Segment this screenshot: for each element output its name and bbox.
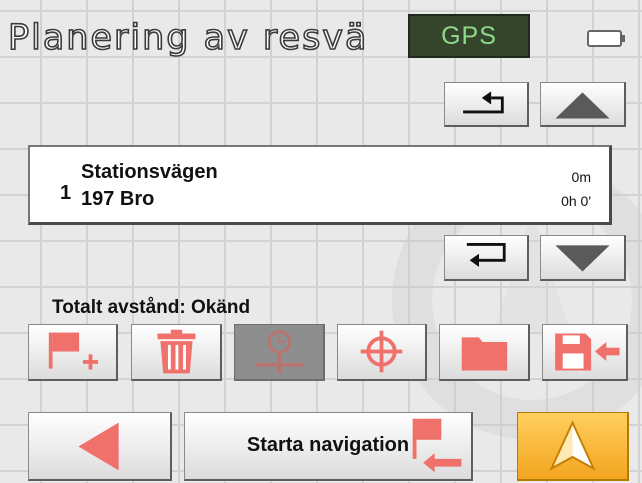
- trash-icon: [157, 329, 196, 374]
- folder-icon: [461, 337, 508, 371]
- route-item-street: Stationsvägen: [81, 161, 218, 183]
- scroll-down-button[interactable]: [540, 235, 626, 281]
- route-item-time: 0h 0': [561, 193, 591, 209]
- battery-icon: [587, 30, 625, 47]
- redo-arrow-icon: [466, 243, 506, 267]
- route-list-item[interactable]: 1 Stationsvägen 197 Bro 0m 0h 0': [28, 145, 612, 225]
- route-planning-screen: Planering av resväg GPS 1 Stationsvägen …: [0, 0, 642, 483]
- undo-button[interactable]: [444, 82, 529, 127]
- save-disk-arrow-icon: [555, 333, 620, 371]
- open-folder-button[interactable]: [439, 324, 530, 381]
- route-options-button[interactable]: [234, 324, 325, 381]
- flag-plus-icon: [48, 332, 99, 370]
- total-distance-label: Totalt avstånd: Okänd: [52, 297, 251, 318]
- ok-button[interactable]: [517, 412, 629, 481]
- redo-button[interactable]: [444, 235, 529, 281]
- route-item-distance: 0m: [571, 169, 591, 185]
- navigation-arrow-icon: [549, 420, 596, 471]
- gps-status-button[interactable]: GPS: [408, 14, 530, 58]
- triangle-down-icon: [555, 245, 610, 272]
- triangle-up-icon: [555, 92, 610, 119]
- scroll-up-button[interactable]: [540, 82, 626, 127]
- save-route-button[interactable]: [542, 324, 628, 381]
- page-title: Planering av resväg: [8, 18, 368, 58]
- route-clock-icon: [254, 330, 305, 374]
- route-item-index: 1: [60, 182, 72, 204]
- flag-arrow-icon: [412, 418, 462, 473]
- route-item-city: 197 Bro: [81, 188, 155, 210]
- add-destination-button[interactable]: [28, 324, 118, 381]
- arrow-left-icon: [78, 422, 119, 471]
- delete-button[interactable]: [131, 324, 222, 381]
- current-position-button[interactable]: [337, 324, 427, 381]
- back-button[interactable]: [28, 412, 172, 481]
- undo-arrow-icon: [463, 91, 504, 114]
- start-navigation-button[interactable]: Starta navigation: [184, 412, 473, 481]
- crosshair-icon: [360, 330, 403, 373]
